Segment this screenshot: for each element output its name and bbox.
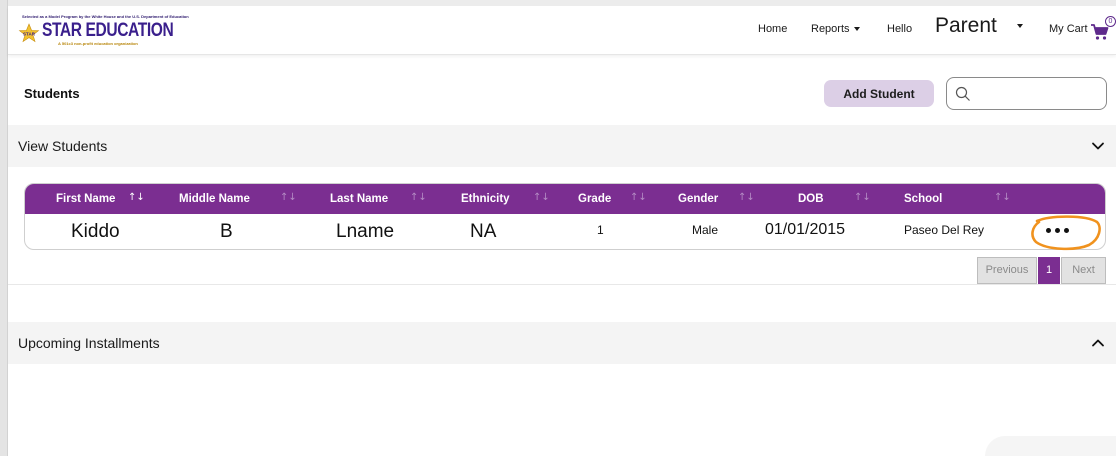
- sort-icon[interactable]: ↑↓: [533, 192, 550, 203]
- search-input[interactable]: [979, 84, 1099, 104]
- sort-icon[interactable]: ↑↓: [630, 192, 647, 203]
- corner-shadow: [985, 436, 1116, 456]
- chevron-down-icon[interactable]: [1091, 139, 1105, 153]
- pagination-next-button[interactable]: Next: [1061, 257, 1106, 284]
- cell-school: Paseo Del Rey: [904, 223, 985, 237]
- top-navbar: Selected as a Model Program by the White…: [8, 6, 1116, 55]
- caret-down-icon: [1016, 24, 1023, 29]
- column-header-dob[interactable]: DOB: [798, 193, 824, 205]
- logo-star-label: STAR: [23, 32, 36, 37]
- cell-dob: 01/01/2015: [765, 221, 846, 238]
- sort-icon[interactable]: ↑↓: [854, 192, 871, 203]
- upcoming-installments-title: Upcoming Installments: [18, 335, 160, 351]
- sort-icon[interactable]: ↑↓: [738, 192, 755, 203]
- column-header-middle-name[interactable]: Middle Name: [179, 193, 250, 205]
- column-header-school[interactable]: School: [904, 193, 942, 205]
- logo-tagline: Selected as a Model Program by the White…: [22, 14, 189, 19]
- cell-gender: Male: [692, 223, 719, 237]
- cell-grade: 1: [597, 223, 604, 237]
- upcoming-installments-header[interactable]: Upcoming Installments: [8, 322, 1116, 364]
- sort-icon[interactable]: ↑↓: [994, 192, 1011, 203]
- pagination-previous-button[interactable]: Previous: [977, 257, 1037, 284]
- view-students-header[interactable]: View Students: [8, 125, 1116, 167]
- nav-user-name: Parent: [935, 14, 997, 37]
- view-students-title: View Students: [18, 138, 108, 154]
- nav-reports-label: Reports: [811, 23, 850, 35]
- cart-count-badge: 0: [1105, 16, 1116, 27]
- nav-home-link[interactable]: Home: [758, 23, 787, 35]
- column-header-gender[interactable]: Gender: [678, 193, 718, 205]
- nav-user-dropdown[interactable]: Parent: [935, 14, 1023, 38]
- cell-last-name: Lname: [336, 221, 395, 242]
- app-window: Selected as a Model Program by the White…: [0, 0, 1116, 456]
- nav-reports-dropdown[interactable]: Reports: [811, 23, 860, 35]
- star-icon: STAR: [18, 23, 40, 43]
- nav-cart-label[interactable]: My Cart: [1049, 23, 1088, 35]
- sort-icon[interactable]: ↑↓: [410, 192, 427, 203]
- sort-asc-icon[interactable]: ↑↓: [128, 192, 145, 203]
- cell-ethnicity: NA: [470, 221, 497, 242]
- column-header-last-name[interactable]: Last Name: [330, 193, 388, 205]
- students-table: First Name ↑↓ Middle Name ↑↓ Last Name ↑…: [24, 183, 1106, 250]
- column-header-grade[interactable]: Grade: [578, 193, 611, 205]
- highlight-circle-annotation: [1031, 215, 1101, 251]
- star-education-logo[interactable]: Selected as a Model Program by the White…: [18, 14, 189, 48]
- nav-hello-text: Hello: [887, 23, 913, 35]
- column-header-ethnicity[interactable]: Ethnicity: [461, 193, 510, 205]
- cell-first-name: Kiddo: [71, 221, 120, 242]
- caret-down-icon: [853, 27, 860, 32]
- window-left-edge: [0, 0, 8, 456]
- pagination-page-button[interactable]: 1: [1038, 257, 1060, 284]
- cell-middle-name: B: [220, 221, 233, 242]
- column-header-first-name[interactable]: First Name: [56, 193, 115, 205]
- search-field[interactable]: [946, 77, 1107, 110]
- logo-name: STAR EDUCATION: [42, 20, 174, 41]
- logo-subtitle: A 501c3 non-profit education organizatio…: [58, 41, 138, 46]
- sort-icon[interactable]: ↑↓: [280, 192, 297, 203]
- chevron-up-icon[interactable]: [1091, 336, 1105, 350]
- cart-button[interactable]: 0: [1090, 16, 1116, 42]
- search-icon: [955, 86, 970, 101]
- page-title: Students: [24, 86, 80, 101]
- table-header-row: First Name ↑↓ Middle Name ↑↓ Last Name ↑…: [25, 184, 1105, 214]
- add-student-button[interactable]: Add Student: [824, 80, 934, 107]
